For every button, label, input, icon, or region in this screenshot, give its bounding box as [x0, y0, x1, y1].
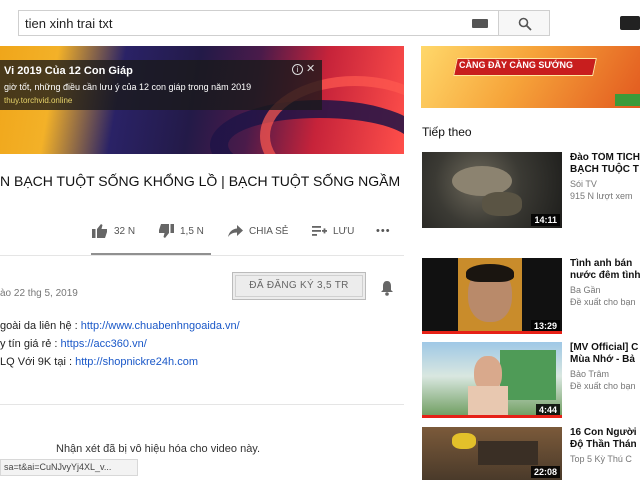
share-icon	[228, 225, 243, 237]
ad-body: giờ tốt, những điều cần lưu ý của 12 con…	[4, 82, 252, 92]
share-label: CHIA SẺ	[249, 225, 289, 237]
video-title: Tình anh bán	[570, 258, 633, 269]
video-title: Đào TÔM TÍCH	[570, 152, 640, 163]
playlist-add-icon	[312, 226, 327, 236]
search-input[interactable]	[19, 11, 469, 35]
like-count: 32 N	[114, 225, 136, 237]
video-thumbnail[interactable]: 14:11	[422, 152, 562, 228]
video-player[interactable]: Vi 2019 Của 12 Con Giáp giờ tốt, những đ…	[0, 46, 404, 154]
video-upload-icon[interactable]	[620, 16, 640, 30]
thumbs-down-icon	[159, 224, 174, 238]
divider	[0, 404, 404, 405]
channel-name: Ba Gần	[570, 285, 601, 295]
banner-corner	[615, 94, 640, 106]
divider	[0, 255, 404, 256]
bell-icon[interactable]	[380, 280, 394, 296]
save-label: LƯU	[333, 225, 355, 237]
recommended-video[interactable]: 14:11 Đào TÔM TÍCH BẠCH TUỘC T Sói TV 91…	[422, 152, 640, 228]
video-thumbnail[interactable]: 22:08	[422, 427, 562, 480]
description-line: goài da liên hệ : http://www.chuabenhngo…	[0, 320, 240, 332]
watch-progress-bar	[422, 331, 562, 334]
sidebar-banner-ad[interactable]: CÀNG ĐẦY CÀNG SƯỚNG	[421, 46, 640, 108]
like-button[interactable]: 32 N	[92, 222, 135, 240]
ad-url[interactable]: thuy.torchvid.online	[4, 96, 72, 105]
overlay-ad[interactable]: Vi 2019 Của 12 Con Giáp giờ tốt, những đ…	[0, 60, 322, 110]
description-text: goài da liên hệ :	[0, 320, 81, 332]
channel-name: Bảo Trâm	[570, 369, 610, 379]
description-link[interactable]: http://shopnickre24h.com	[75, 356, 198, 368]
keyboard-icon[interactable]	[472, 19, 488, 28]
comments-disabled-message: Nhận xét đã bị vô hiệu hóa cho video này…	[56, 443, 261, 455]
description-text: LQ Với 9K tại :	[0, 356, 76, 368]
video-info[interactable]: Đào TÔM TÍCH BẠCH TUỘC T Sói TV 915 N lư…	[570, 152, 640, 201]
video-duration: 14:11	[531, 214, 560, 226]
save-button[interactable]: LƯU	[312, 222, 354, 240]
video-title: BẠCH TUỘC T	[570, 164, 639, 175]
channel-name: Sói TV	[570, 179, 597, 189]
watch-progress-bar	[422, 415, 562, 418]
description-line: y tín giá rẻ : https://acc360.vn/	[0, 338, 147, 350]
search-button[interactable]	[498, 10, 550, 36]
browser-status-bar: sa=t&ai=CuNJvyYj4XL_v...	[0, 459, 138, 476]
up-next-label: Tiếp theo	[422, 125, 472, 139]
video-title: [MV Official] C	[570, 342, 639, 353]
like-ratio-bar	[91, 253, 211, 255]
video-title: N BẠCH TUỘT SỐNG KHỔNG LỒ | BẠCH TUỘT SỐ…	[0, 173, 401, 189]
dislike-count: 1,5 N	[180, 225, 204, 237]
share-button[interactable]: CHIA SẺ	[228, 222, 288, 240]
close-icon[interactable]: ✕	[306, 62, 315, 75]
video-title: nước đêm tình	[570, 270, 640, 281]
more-actions-button[interactable]: •••	[376, 222, 391, 240]
dislike-button[interactable]: 1,5 N	[158, 222, 204, 240]
ad-title: Vi 2019 Của 12 Con Giáp	[4, 65, 133, 77]
info-icon[interactable]: i	[292, 64, 303, 75]
description-line: LQ Với 9K tại : http://shopnickre24h.com	[0, 356, 198, 368]
search-box[interactable]	[18, 10, 498, 36]
video-thumbnail[interactable]: 4:44	[422, 342, 562, 418]
search-icon	[518, 17, 532, 31]
recommended-video[interactable]: 4:44 [MV Official] C Mùa Nhớ - Bả Bảo Tr…	[422, 342, 640, 418]
description-link[interactable]: https://acc360.vn/	[61, 338, 147, 350]
top-bar	[0, 0, 640, 46]
recommendation-note: Đề xuất cho bạn	[570, 297, 636, 307]
video-title: Độ Thần Thán	[570, 439, 637, 450]
banner-text: CÀNG ĐẦY CÀNG SƯỚNG	[459, 60, 573, 70]
video-info[interactable]: 16 Con Người Độ Thần Thán Top 5 Kỳ Thú C	[570, 427, 640, 464]
video-info[interactable]: Tình anh bán nước đêm tình Ba Gần Đề xuấ…	[570, 258, 640, 307]
video-duration: 22:08	[530, 466, 560, 478]
video-title: 16 Con Người	[570, 427, 637, 438]
description-link[interactable]: http://www.chuabenhngoaida.vn/	[81, 320, 240, 332]
subscribed-button[interactable]: ĐÃ ĐĂNG KÝ 3,5 TR	[232, 272, 366, 300]
recommendation-note: Đề xuất cho bạn	[570, 381, 636, 391]
channel-name: Top 5 Kỳ Thú C	[570, 454, 632, 464]
subscribed-button-inner	[235, 275, 363, 297]
thumbs-up-icon	[92, 224, 107, 238]
publish-date: ào 22 thg 5, 2019	[0, 288, 78, 299]
view-count: 915 N lượt xem	[570, 191, 633, 201]
recommended-video[interactable]: 13:29 Tình anh bán nước đêm tình Ba Gần …	[422, 258, 640, 334]
recommended-video[interactable]: 22:08 16 Con Người Độ Thần Thán Top 5 Kỳ…	[422, 427, 640, 480]
video-title: Mùa Nhớ - Bả	[570, 354, 635, 365]
video-info[interactable]: [MV Official] C Mùa Nhớ - Bả Bảo Trâm Đề…	[570, 342, 640, 391]
video-thumbnail[interactable]: 13:29	[422, 258, 562, 334]
description-text: y tín giá rẻ :	[0, 338, 61, 350]
more-icon: •••	[376, 225, 391, 237]
